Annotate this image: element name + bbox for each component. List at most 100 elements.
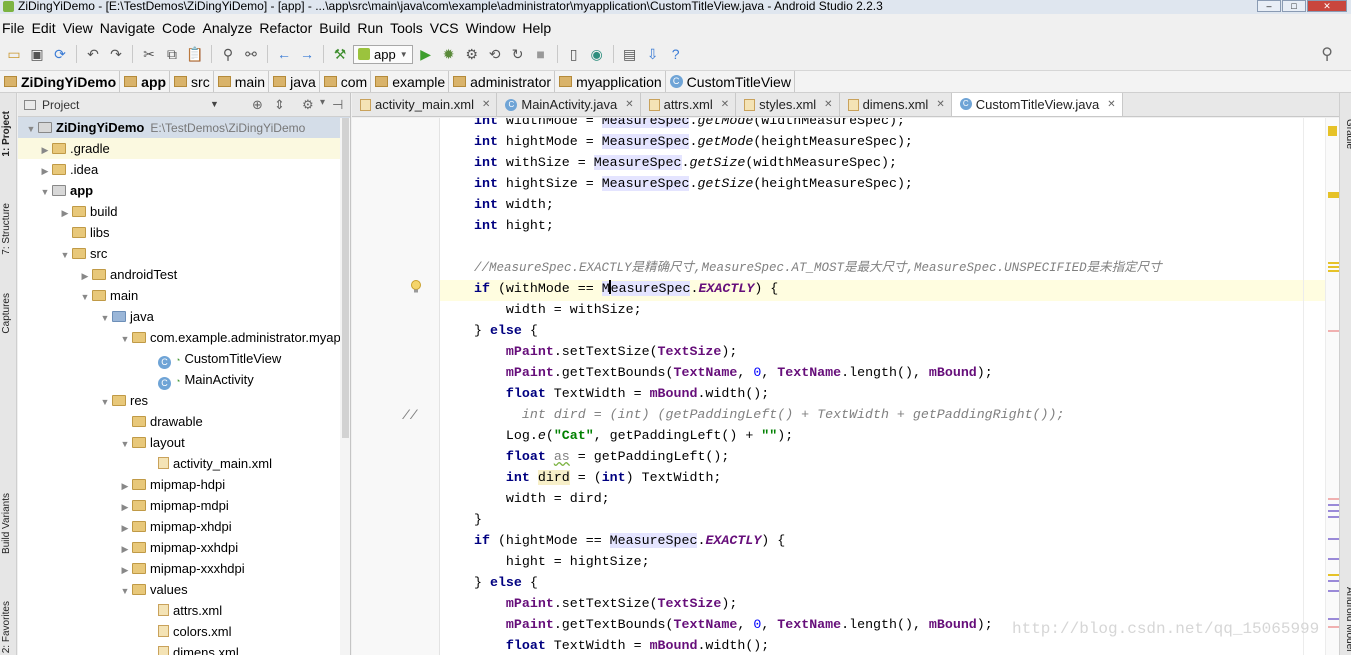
editor-gutter[interactable] bbox=[352, 118, 440, 655]
tree-item-activity-main-xml[interactable]: activity_main.xml bbox=[18, 453, 350, 474]
cut-icon[interactable]: ✂ bbox=[139, 44, 159, 64]
usage-marker[interactable] bbox=[1328, 590, 1339, 592]
paste-icon[interactable]: 📋 bbox=[185, 44, 205, 64]
hide-panel-icon[interactable]: ⊣ bbox=[332, 97, 343, 113]
breadcrumb-item-class[interactable]: C CustomTitleView bbox=[666, 71, 795, 92]
warning-marker[interactable] bbox=[1328, 574, 1339, 576]
collapse-all-icon[interactable]: ⇕ bbox=[274, 97, 285, 113]
breadcrumb-item-com[interactable]: com bbox=[320, 71, 372, 92]
menu-help[interactable]: Help bbox=[522, 18, 558, 38]
sync-gradle-icon[interactable]: ◉ bbox=[587, 44, 607, 64]
error-marker[interactable] bbox=[1328, 626, 1339, 628]
tree-item-values[interactable]: ▼ values bbox=[18, 579, 350, 600]
error-marker[interactable] bbox=[1328, 498, 1339, 500]
expand-arrow-icon[interactable]: ▶ bbox=[118, 539, 132, 560]
tab-customtitleview-java[interactable]: C CustomTitleView.java ✕ bbox=[951, 93, 1123, 116]
tree-item-gradle[interactable]: ▶ .gradle bbox=[18, 138, 350, 159]
breadcrumb-item-src[interactable]: src bbox=[170, 71, 214, 92]
back-icon[interactable]: ← bbox=[274, 44, 294, 64]
undo-icon[interactable]: ↶ bbox=[83, 44, 103, 64]
usage-marker[interactable] bbox=[1328, 510, 1339, 512]
avd-manager-icon[interactable]: ▯ bbox=[564, 44, 584, 64]
expand-arrow-icon[interactable]: ▼ bbox=[118, 434, 132, 455]
forward-icon[interactable]: → bbox=[297, 44, 317, 64]
gear-icon[interactable]: ⚙ bbox=[302, 97, 314, 113]
tree-item-app[interactable]: ▼ app bbox=[18, 180, 350, 201]
menu-tools[interactable]: Tools bbox=[390, 18, 430, 38]
chevron-down-icon[interactable]: ▾ bbox=[320, 97, 325, 108]
tree-item-root[interactable]: ▼ ZiDingYiDemo E:\TestDemos\ZiDingYiDemo bbox=[18, 117, 350, 138]
apply-changes-icon[interactable]: ⟲ bbox=[485, 44, 505, 64]
breadcrumb-item-project[interactable]: ZiDingYiDemo bbox=[0, 71, 121, 92]
close-icon[interactable]: ✕ bbox=[482, 99, 490, 110]
close-icon[interactable]: ✕ bbox=[824, 99, 832, 110]
scroll-from-source-icon[interactable]: ⊕ bbox=[252, 97, 263, 113]
warning-marker[interactable] bbox=[1328, 266, 1339, 268]
usage-marker[interactable] bbox=[1328, 538, 1339, 540]
tree-item-customtitleview[interactable]: C ◔ CustomTitleView bbox=[18, 348, 350, 369]
error-marker[interactable] bbox=[1328, 330, 1339, 332]
expand-arrow-icon[interactable]: ▶ bbox=[118, 497, 132, 518]
expand-arrow-icon[interactable]: ▼ bbox=[118, 329, 132, 350]
menu-build[interactable]: Build bbox=[319, 18, 357, 38]
expand-arrow-icon[interactable]: ▼ bbox=[118, 581, 132, 602]
usage-marker[interactable] bbox=[1328, 618, 1339, 620]
usage-marker[interactable] bbox=[1328, 580, 1339, 582]
replace-icon[interactable]: ⚯ bbox=[241, 44, 261, 64]
tree-item-java[interactable]: ▼ java bbox=[18, 306, 350, 327]
tree-item-mipmap-xxhdpi[interactable]: ▶ mipmap-xxhdpi bbox=[18, 537, 350, 558]
warning-marker[interactable] bbox=[1328, 270, 1339, 272]
help-icon[interactable]: ? bbox=[666, 44, 686, 64]
expand-arrow-icon[interactable]: ▶ bbox=[58, 203, 72, 224]
menu-run[interactable]: Run bbox=[357, 18, 390, 38]
tree-item-dimens-xml[interactable]: dimens.xml bbox=[18, 642, 350, 655]
save-all-icon[interactable]: ▣ bbox=[27, 44, 47, 64]
tree-item-androidtest[interactable]: ▶ androidTest bbox=[18, 264, 350, 285]
tab-activity-main-xml[interactable]: activity_main.xml ✕ bbox=[352, 93, 498, 116]
tree-item-idea[interactable]: ▶ .idea bbox=[18, 159, 350, 180]
close-icon[interactable]: ✕ bbox=[936, 99, 944, 110]
menu-code[interactable]: Code bbox=[162, 18, 202, 38]
breadcrumb-item-main[interactable]: main bbox=[214, 71, 270, 92]
menu-edit[interactable]: Edit bbox=[32, 18, 63, 38]
debug-icon[interactable]: ✹ bbox=[439, 44, 459, 64]
breadcrumb-item-example[interactable]: example bbox=[371, 71, 450, 92]
attach-debugger-icon[interactable]: ⚙ bbox=[462, 44, 482, 64]
redo-icon[interactable]: ↷ bbox=[106, 44, 126, 64]
tree-item-colors-xml[interactable]: colors.xml bbox=[18, 621, 350, 642]
breadcrumb-item-myapplication[interactable]: myapplication bbox=[555, 71, 666, 92]
project-tool-tab[interactable]: 1: Project bbox=[1, 111, 15, 157]
menu-refactor[interactable]: Refactor bbox=[259, 18, 319, 38]
stop-icon[interactable]: ■ bbox=[531, 44, 551, 64]
expand-arrow-icon[interactable]: ▼ bbox=[58, 245, 72, 266]
expand-arrow-icon[interactable]: ▶ bbox=[118, 560, 132, 581]
tab-styles-xml[interactable]: styles.xml ✕ bbox=[736, 93, 840, 116]
sync-icon[interactable]: ⟳ bbox=[50, 44, 70, 64]
tree-item-mainactivity[interactable]: C ◔ MainActivity bbox=[18, 369, 350, 390]
breadcrumb-item-java[interactable]: java bbox=[269, 71, 320, 92]
tree-item-src[interactable]: ▼ src bbox=[18, 243, 350, 264]
warning-marker[interactable] bbox=[1328, 126, 1337, 136]
menu-vcs[interactable]: VCS bbox=[430, 18, 466, 38]
breadcrumb-item-administrator[interactable]: administrator bbox=[449, 71, 556, 92]
project-structure-icon[interactable]: ▤ bbox=[620, 44, 640, 64]
android-model-tool-tab[interactable]: Android Model bbox=[1341, 587, 1351, 651]
project-view-select[interactable]: Project bbox=[42, 98, 79, 112]
expand-arrow-icon[interactable]: ▼ bbox=[78, 287, 92, 308]
chevron-down-icon[interactable]: ▼ bbox=[210, 99, 219, 109]
tree-item-mipmap-mdpi[interactable]: ▶ mipmap-mdpi bbox=[18, 495, 350, 516]
tree-item-mipmap-hdpi[interactable]: ▶ mipmap-hdpi bbox=[18, 474, 350, 495]
expand-arrow-icon[interactable]: ▼ bbox=[38, 182, 52, 203]
menu-window[interactable]: Window bbox=[466, 18, 523, 38]
tree-item-mipmap-xxxhdpi[interactable]: ▶ mipmap-xxxhdpi bbox=[18, 558, 350, 579]
tab-dimens-xml[interactable]: dimens.xml ✕ bbox=[840, 93, 952, 116]
menu-view[interactable]: View bbox=[63, 18, 100, 38]
expand-arrow-icon[interactable]: ▶ bbox=[78, 266, 92, 287]
run-icon[interactable]: ▶ bbox=[416, 44, 436, 64]
expand-arrow-icon[interactable]: ▶ bbox=[118, 518, 132, 539]
usage-marker[interactable] bbox=[1328, 504, 1339, 506]
search-icon[interactable]: ⚲ bbox=[1321, 44, 1333, 64]
minimize-button[interactable]: – bbox=[1257, 0, 1281, 12]
sdk-manager-icon[interactable]: ⇩ bbox=[643, 44, 663, 64]
tree-item-main[interactable]: ▼ main bbox=[18, 285, 350, 306]
